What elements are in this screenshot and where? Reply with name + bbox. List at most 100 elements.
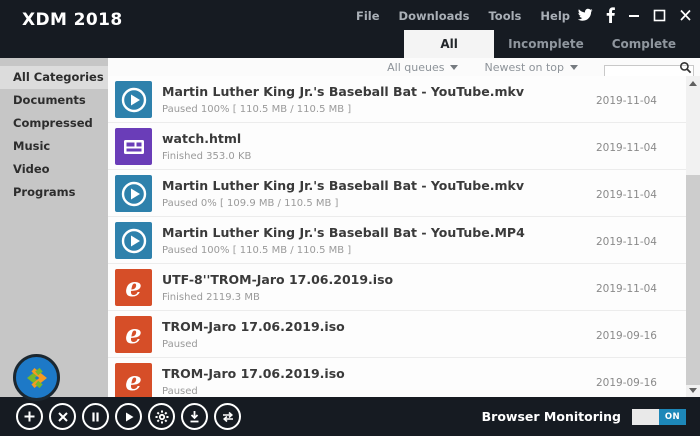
sort-label: Newest on top (484, 61, 564, 74)
download-date: 2019-09-16 (596, 377, 657, 389)
download-status: Paused 0% [ 109.9 MB / 110.5 MB ] (162, 198, 524, 209)
download-status: Paused 100% [ 110.5 MB / 110.5 MB ] (162, 104, 524, 115)
menu-bar: File Downloads Tools Help (356, 9, 570, 23)
chevron-down-icon (450, 65, 458, 70)
file-type-icon: e (115, 269, 152, 306)
file-type-icon: e (115, 222, 152, 259)
sidebar-item[interactable]: Documents (0, 89, 108, 112)
cancel-download-button[interactable] (49, 403, 76, 430)
toggle-state: ON (659, 409, 686, 425)
sidebar-item[interactable]: Music (0, 135, 108, 158)
refresh-link-button[interactable] (214, 403, 241, 430)
menu-tools[interactable]: Tools (488, 9, 521, 23)
download-info: TROM-Jaro 17.06.2019.iso Paused (162, 363, 345, 397)
tab-strip: All Incomplete Complete (404, 30, 690, 58)
scrollbar-thumb[interactable] (686, 175, 700, 385)
vertical-scrollbar (686, 76, 700, 397)
sidebar-item[interactable]: All Categories (0, 66, 108, 89)
download-row[interactable]: e Martin Luther King Jr.'s Baseball Bat … (108, 217, 686, 264)
xdm-logo (13, 354, 60, 401)
download-row[interactable]: e watch.html Finished 353.0 KB 2019-11-0… (108, 123, 686, 170)
play-icon (120, 180, 148, 208)
xdm-logo-icon (22, 363, 52, 393)
sidebar-item[interactable]: Video (0, 158, 108, 181)
pause-icon (90, 411, 101, 423)
facebook-icon[interactable] (606, 7, 615, 23)
download-info: TROM-Jaro 17.06.2019.iso Paused (162, 316, 345, 357)
download-title: TROM-Jaro 17.06.2019.iso (162, 319, 345, 334)
add-download-button[interactable] (16, 403, 43, 430)
scroll-up-arrow[interactable] (686, 76, 700, 90)
file-type-icon: e (115, 363, 152, 397)
tab-incomplete[interactable]: Incomplete (494, 30, 598, 58)
download-row[interactable]: e Martin Luther King Jr.'s Baseball Bat … (108, 76, 686, 123)
twitter-icon[interactable] (577, 8, 593, 22)
gear-icon (155, 410, 169, 424)
app-title: XDM 2018 (22, 10, 123, 30)
sidebar-item[interactable]: Compressed (0, 112, 108, 135)
pause-download-button[interactable] (82, 403, 109, 430)
download-row[interactable]: e TROM-Jaro 17.06.2019.iso Paused 2019-0… (108, 358, 686, 397)
menu-help[interactable]: Help (540, 9, 570, 23)
title-bar: XDM 2018 File Downloads Tools Help All I… (0, 0, 700, 58)
download-info: Martin Luther King Jr.'s Baseball Bat - … (162, 222, 525, 263)
download-row[interactable]: e UTF-8''TROM-Jaro 17.06.2019.iso Finish… (108, 264, 686, 311)
download-title: Martin Luther King Jr.'s Baseball Bat - … (162, 225, 525, 240)
swap-arrows-icon (221, 411, 235, 423)
browser-monitoring-label: Browser Monitoring (482, 409, 621, 424)
menu-downloads[interactable]: Downloads (399, 9, 470, 23)
close-icon[interactable] (679, 8, 692, 22)
tab-complete[interactable]: Complete (598, 30, 690, 58)
download-title: Martin Luther King Jr.'s Baseball Bat - … (162, 178, 524, 193)
download-status: Paused (162, 339, 345, 350)
bottom-toolbar: Browser Monitoring ON (0, 397, 700, 436)
plus-icon (23, 410, 36, 423)
file-type-icon: e (115, 81, 152, 118)
search-box (604, 60, 694, 75)
maximize-icon[interactable] (653, 8, 666, 22)
queue-filter-dropdown[interactable]: All queues (387, 61, 458, 74)
search-icon (679, 61, 692, 74)
download-date: 2019-11-04 (596, 189, 657, 201)
file-type-icon: e (115, 175, 152, 212)
minimize-icon[interactable] (628, 8, 640, 22)
tab-all[interactable]: All (404, 30, 494, 58)
download-status: Paused (162, 386, 345, 397)
download-row[interactable]: e Martin Luther King Jr.'s Baseball Bat … (108, 170, 686, 217)
scroll-down-arrow[interactable] (686, 383, 700, 397)
settings-button[interactable] (148, 403, 175, 430)
sort-dropdown[interactable]: Newest on top (484, 61, 578, 74)
download-date: 2019-11-04 (596, 283, 657, 295)
browser-monitoring-toggle[interactable]: ON (632, 409, 686, 425)
internet-explorer-icon: e (125, 322, 142, 348)
window-controls (577, 5, 692, 25)
toggle-track (632, 409, 659, 425)
resume-download-button[interactable] (115, 403, 142, 430)
download-title: watch.html (162, 131, 251, 146)
download-date: 2019-09-16 (596, 330, 657, 342)
download-panel: All queues Newest on top (108, 58, 700, 397)
filter-bar: All queues Newest on top (108, 58, 700, 76)
file-type-icon: e (115, 128, 152, 165)
save-download-button[interactable] (181, 403, 208, 430)
sidebar-item[interactable]: Programs (0, 181, 108, 204)
download-list: e Martin Luther King Jr.'s Baseball Bat … (108, 76, 686, 397)
download-title: TROM-Jaro 17.06.2019.iso (162, 366, 345, 381)
download-info: Martin Luther King Jr.'s Baseball Bat - … (162, 81, 524, 122)
download-title: Martin Luther King Jr.'s Baseball Bat - … (162, 84, 524, 99)
download-row[interactable]: e TROM-Jaro 17.06.2019.iso Paused 2019-0… (108, 311, 686, 358)
menu-file[interactable]: File (356, 9, 380, 23)
download-status: Finished 353.0 KB (162, 151, 251, 162)
chevron-down-icon (570, 65, 578, 70)
download-info: watch.html Finished 353.0 KB (162, 128, 251, 169)
download-date: 2019-11-04 (596, 142, 657, 154)
cross-icon (57, 411, 69, 423)
file-type-icon: e (115, 316, 152, 353)
download-date: 2019-11-04 (596, 95, 657, 107)
play-icon (120, 86, 148, 114)
queue-filter-label: All queues (387, 61, 444, 74)
play-icon (123, 411, 135, 423)
download-status: Finished 2119.3 MB (162, 292, 393, 303)
category-sidebar: All Categories Documents Compressed Musi… (0, 58, 108, 397)
download-info: UTF-8''TROM-Jaro 17.06.2019.iso Finished… (162, 269, 393, 310)
